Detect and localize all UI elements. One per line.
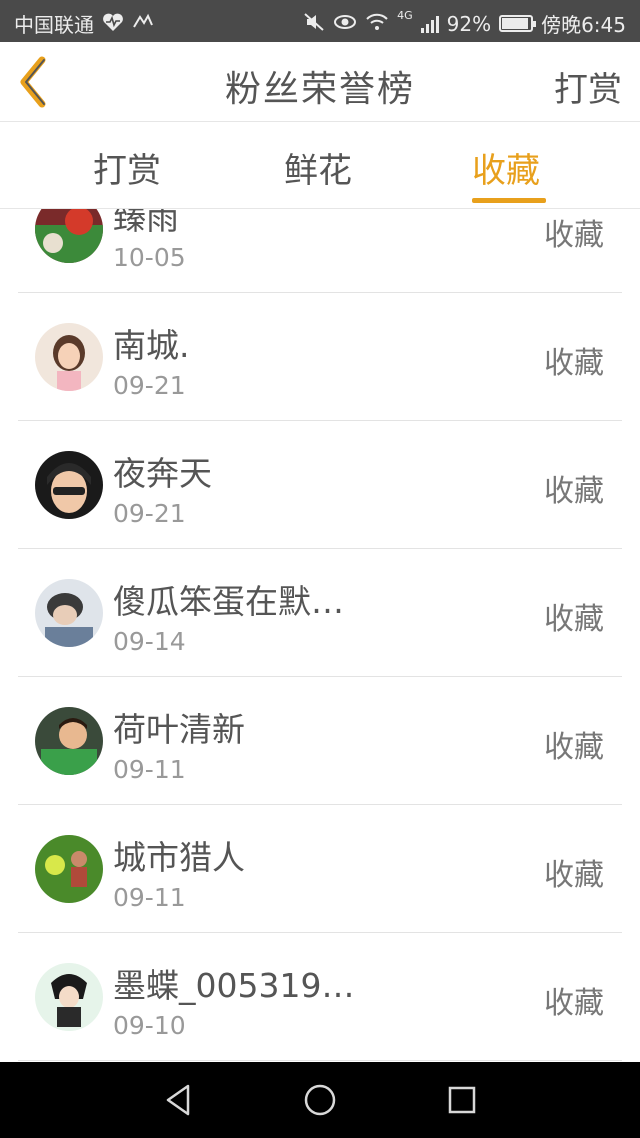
action-label: 收藏 (544, 730, 604, 765)
tab-bar: 打赏 鲜花 收藏 (0, 123, 640, 209)
action-label: 收藏 (544, 218, 604, 253)
action-label: 收藏 (544, 474, 604, 509)
avatar (35, 451, 103, 519)
tab-tips[interactable]: 打赏 (93, 143, 161, 192)
list-item[interactable]: 城市猎人 09-11 收藏 (18, 805, 622, 933)
user-date: 09-11 (113, 755, 186, 784)
user-date: 10-05 (113, 243, 186, 272)
carrier-label: 中国联通 (14, 13, 94, 37)
user-date: 09-21 (113, 499, 186, 528)
wifi-icon (365, 13, 389, 34)
list-item[interactable]: 荷叶清新 09-11 收藏 (18, 677, 622, 805)
circle-home-icon (304, 1084, 336, 1116)
tab-favorites[interactable]: 收藏 (472, 143, 540, 192)
list-item[interactable]: 傻瓜笨蛋在默… 09-14 收藏 (18, 549, 622, 677)
user-name: 城市猎人 (113, 838, 245, 877)
signal-icon (420, 15, 439, 33)
user-date: 09-11 (113, 883, 186, 912)
triangle-back-icon (166, 1084, 190, 1116)
battery-percent: 92% (446, 11, 492, 36)
tip-button[interactable]: 打赏 (554, 62, 622, 111)
user-date: 09-14 (113, 627, 186, 656)
nav-back-button[interactable] (160, 1080, 200, 1120)
avatar (35, 707, 103, 775)
clock: 傍晚6:45 (541, 13, 626, 37)
notification-icon (132, 13, 154, 34)
battery-icon (499, 15, 537, 32)
header-bar: 粉丝荣誉榜 打赏 (0, 42, 640, 122)
action-label: 收藏 (544, 602, 604, 637)
user-name: 墨蝶_005319… (113, 966, 355, 1005)
network-type: 4G (397, 9, 413, 22)
system-nav-bar (0, 1062, 640, 1138)
avatar (35, 835, 103, 903)
nav-home-button[interactable] (300, 1080, 340, 1120)
list-item[interactable]: 南城. 09-21 收藏 (18, 293, 622, 421)
user-name: 荷叶清新 (113, 710, 245, 749)
action-label: 收藏 (544, 858, 604, 893)
square-recent-icon (448, 1086, 476, 1114)
user-name: 南城. (113, 326, 190, 365)
nav-recent-button[interactable] (442, 1080, 482, 1120)
action-label: 收藏 (544, 346, 604, 381)
avatar (35, 579, 103, 647)
user-name: 傻瓜笨蛋在默… (113, 582, 344, 621)
health-heart-icon (102, 12, 124, 35)
list-item[interactable]: 臻雨 10-05 收藏 (18, 209, 622, 293)
action-label: 收藏 (544, 986, 604, 1021)
avatar (35, 963, 103, 1031)
avatar (35, 323, 103, 391)
user-name: 夜奔天 (113, 454, 212, 493)
fan-list[interactable]: 臻雨 10-05 收藏 南城. 09-21 收藏 夜奔天 09-21 收藏 傻瓜… (0, 209, 640, 1061)
mute-icon (303, 12, 325, 35)
user-name: 臻雨 (113, 209, 179, 237)
list-item[interactable]: 夜奔天 09-21 收藏 (18, 421, 622, 549)
avatar (35, 209, 103, 263)
active-tab-indicator (472, 198, 546, 203)
page-title: 粉丝荣誉榜 (224, 69, 415, 110)
tab-flowers[interactable]: 鲜花 (284, 143, 352, 192)
list-item[interactable]: 墨蝶_005319… 09-10 收藏 (18, 933, 622, 1061)
user-date: 09-21 (113, 371, 186, 400)
eye-icon (333, 13, 357, 34)
status-bar: 中国联通 4G 92% 傍晚6:45 (0, 0, 640, 42)
user-date: 09-10 (113, 1011, 186, 1040)
